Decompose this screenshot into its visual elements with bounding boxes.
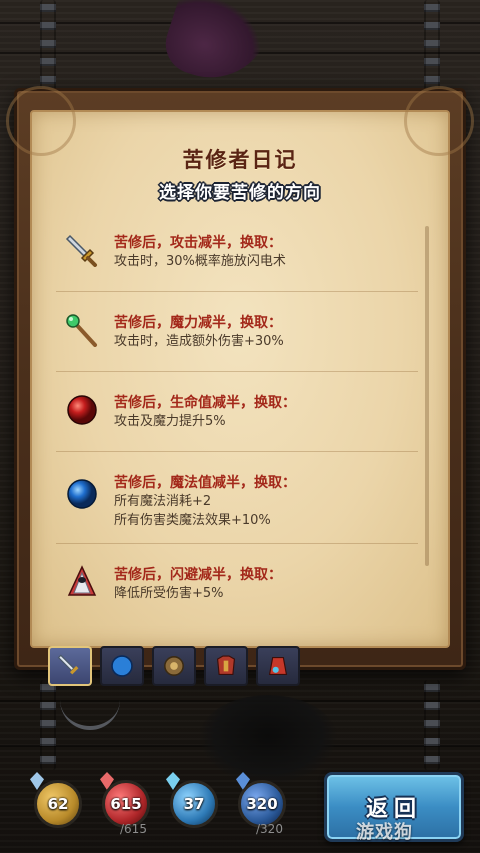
- skull-flag-decoration: [198, 695, 338, 785]
- option-label: 苦修后，生命值减半，换取：: [114, 395, 296, 411]
- armor-icon: [216, 655, 236, 675]
- stat-health-value: 615: [110, 795, 142, 813]
- option-health[interactable]: 苦修后，生命值减半，换取： 攻击及魔力提升5%: [56, 372, 418, 452]
- chain-left-bottom: [40, 680, 56, 770]
- watermark-text: 游戏狗: [356, 822, 413, 843]
- stat-magic-value: 37: [183, 795, 205, 813]
- option-dodge[interactable]: 苦修后，闪避减半，换取： 降低所受伤害+5%: [56, 544, 418, 624]
- sword-icon: [62, 230, 102, 270]
- stat-mana-orb: 320: [238, 780, 286, 828]
- blue-orb-icon: [111, 655, 133, 677]
- tab-armor[interactable]: [204, 646, 248, 686]
- tab-attack[interactable]: [48, 646, 92, 686]
- option-mana[interactable]: 苦修后，魔法值减半，换取： 所有魔法消耗+2 所有伤害类魔法效果+10%: [56, 452, 418, 544]
- stat-health-orb: 615: [102, 780, 150, 828]
- option-desc: 攻击及魔力提升5%: [114, 412, 226, 431]
- option-label: 苦修后，魔力减半，换取：: [114, 315, 282, 331]
- option-attack[interactable]: 苦修后，攻击减半，换取： 攻击时，30%概率施放闪电术: [56, 212, 418, 292]
- option-label: 苦修后，闪避减半，换取：: [114, 567, 282, 583]
- tab-potion[interactable]: [256, 646, 300, 686]
- option-label: 苦修后，攻击减半，换取：: [114, 235, 282, 251]
- option-magic[interactable]: 苦修后，魔力减半，换取： 攻击时，造成额外伤害+30%: [56, 292, 418, 372]
- option-desc: 攻击时，造成额外伤害+30%: [114, 332, 284, 351]
- option-desc: 攻击时，30%概率施放闪电术: [114, 252, 286, 271]
- option-desc-line: 攻击时，造成额外伤害+30%: [114, 334, 284, 349]
- potion-icon: [268, 657, 288, 675]
- option-desc: 所有魔法消耗+2 所有伤害类魔法效果+10%: [114, 492, 271, 530]
- category-tab-bar: [48, 646, 304, 686]
- red-orb-icon: [62, 390, 102, 430]
- blue-orb-icon: [62, 474, 102, 514]
- option-desc-line: 所有伤害类魔法效果+10%: [114, 513, 271, 528]
- tab-mana-orb[interactable]: [100, 646, 144, 686]
- stat-mana-max: /320: [256, 822, 283, 836]
- chain-left-top: [40, 0, 56, 92]
- stat-attack-orb: 62: [34, 780, 82, 828]
- chain-right-bottom: [424, 680, 440, 770]
- stat-attack-value: 62: [47, 795, 69, 813]
- shield-icon: [164, 656, 184, 676]
- stat-mana-value: 320: [246, 795, 278, 813]
- option-desc-line: 攻击及魔力提升5%: [114, 414, 226, 429]
- hooded-figure-icon: [62, 562, 102, 602]
- stat-magic-orb: 37: [170, 780, 218, 828]
- options-scrollbar[interactable]: [425, 226, 429, 566]
- tab-shield[interactable]: [152, 646, 196, 686]
- stat-health-max: /615: [120, 822, 147, 836]
- option-desc-line: 所有魔法消耗+2: [114, 494, 212, 509]
- option-label: 苦修后，魔法值减半，换取：: [114, 475, 296, 491]
- option-desc: 降低所受伤害+5%: [114, 584, 224, 603]
- diary-title: 苦修者日记: [182, 148, 298, 172]
- option-desc-line: 攻击时，30%概率施放闪电术: [114, 254, 286, 269]
- staff-icon: [62, 310, 102, 350]
- option-desc-line: 降低所受伤害+5%: [114, 586, 224, 601]
- sword-icon: [57, 654, 79, 675]
- diary-subtitle: 选择你要苦修的方向: [159, 183, 321, 203]
- chain-right-top: [424, 0, 440, 92]
